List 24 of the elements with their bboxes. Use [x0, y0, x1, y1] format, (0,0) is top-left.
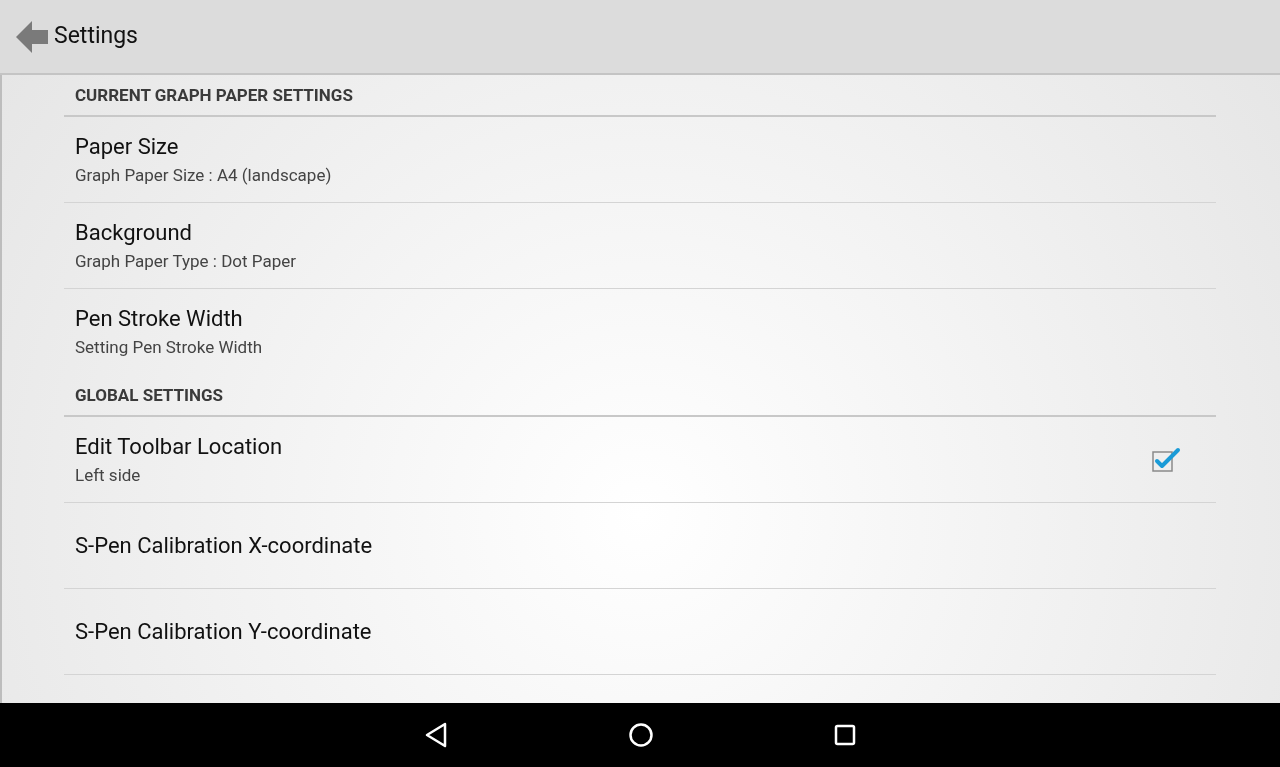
- preference-row[interactable]: Background Graph Paper Type : Dot Paper: [64, 203, 1216, 289]
- preference-summary: Setting Pen Stroke Width: [75, 336, 264, 359]
- back-icon[interactable]: [16, 20, 48, 53]
- preference-row[interactable]: Paper Size Graph Paper Size : A4 (landscape): [64, 117, 1216, 203]
- recents-square-icon[interactable]: [834, 724, 856, 746]
- preference-title: Paper Size: [75, 132, 180, 161]
- section-header: CURRENT GRAPH PAPER SETTINGS: [75, 83, 353, 107]
- preference-title: Pen Stroke Width: [75, 305, 244, 333]
- preference-summary: Left side: [75, 463, 142, 487]
- preference-title: S-Pen Calibration X-coordinate: [75, 531, 374, 560]
- preference-summary: Graph Paper Size : A4 (landscape): [75, 163, 333, 187]
- back-triangle-icon[interactable]: [424, 722, 448, 748]
- preference-row[interactable]: S-Pen Calibration Y-coordinate: [64, 589, 1216, 675]
- section-header: GLOBAL SETTINGS: [75, 383, 224, 407]
- preference-summary: Graph Paper Type : Dot Paper: [75, 249, 297, 273]
- home-circle-icon[interactable]: [628, 722, 654, 748]
- preference-title: Background: [75, 218, 193, 247]
- preference-title: S-Pen Calibration Y-coordinate: [75, 617, 373, 646]
- preference-row[interactable]: S-Pen Calibration X-coordinate: [64, 503, 1216, 589]
- checkbox[interactable]: [1151, 446, 1181, 473]
- app-bar-title: Settings: [54, 21, 138, 52]
- preference-row[interactable]: Pen Stroke Width Setting Pen Stroke Width: [64, 289, 1216, 375]
- preference-row[interactable]: Edit Toolbar Location Left side: [64, 417, 1216, 503]
- preference-title: Edit Toolbar Location: [75, 432, 284, 461]
